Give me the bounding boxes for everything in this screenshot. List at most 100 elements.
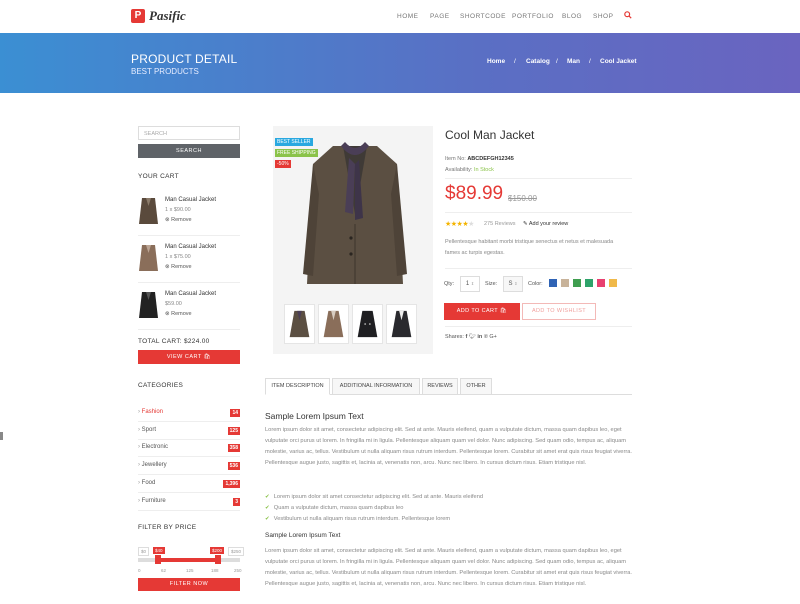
free-shipping-badge: FREE SHIPPING	[275, 149, 318, 157]
check-icon: ✔	[265, 494, 270, 500]
list-item: ✔ Quam a vulputate dictum, massa quam dap…	[265, 505, 404, 511]
logo-icon[interactable]: P	[131, 9, 145, 23]
category-label: Furniture	[141, 497, 166, 504]
breadcrumb-separator: /	[589, 58, 591, 65]
breadcrumb-home[interactable]: Home	[487, 58, 505, 65]
search-icon[interactable]	[624, 11, 632, 19]
breadcrumb-catalog[interactable]: Catalog	[526, 58, 550, 65]
google-plus-icon[interactable]: G+	[489, 334, 497, 340]
cart-item-remove[interactable]: ⊗ Remove	[165, 264, 192, 270]
divider	[138, 421, 240, 422]
view-cart-button[interactable]: VIEW CART 🛍	[138, 350, 240, 364]
add-to-wishlist-button[interactable]: ADD TO WISHLIST	[522, 303, 596, 320]
nav-page[interactable]: PAGE	[430, 13, 450, 20]
divider	[138, 438, 240, 440]
category-label: Food	[141, 479, 156, 486]
color-swatch[interactable]	[573, 279, 581, 287]
sidebar-search-input[interactable]: SEARCH	[138, 126, 240, 140]
category-count-badge: 536	[227, 462, 240, 471]
scroll-handle[interactable]	[0, 432, 3, 440]
category-item[interactable]: › Jewellery	[138, 462, 167, 468]
content-subheading: Sample Lorem Ipsum Text	[265, 532, 341, 539]
color-swatch[interactable]	[585, 279, 593, 287]
add-review-link[interactable]: ✎ Add your review	[523, 221, 568, 227]
product-main-image[interactable]	[293, 134, 417, 294]
pinterest-icon[interactable]: ℗	[484, 334, 488, 340]
tab-reviews[interactable]: REVIEWS	[422, 378, 458, 395]
cart-item-price: 1 x $90.00	[165, 207, 191, 213]
product-thumbnail[interactable]	[352, 304, 383, 344]
cart-item-image[interactable]	[138, 288, 159, 320]
share-row: Shares: f 🐦︎ in ℗ G+	[445, 334, 497, 340]
twitter-icon[interactable]: 🐦︎	[469, 334, 476, 340]
check-icon: ✔	[265, 516, 270, 522]
item-number: Item No: ABCDEFGH12345	[445, 156, 514, 162]
nav-portfolio[interactable]: PORTFOLIO	[512, 13, 554, 20]
category-count-badge: 3	[233, 497, 240, 506]
categories-heading: CATEGORIES	[138, 382, 184, 389]
product-price: $89.99	[445, 183, 504, 204]
category-item[interactable]: › Food	[138, 480, 155, 486]
breadcrumb-man[interactable]: Man	[567, 58, 580, 65]
linkedin-icon[interactable]: in	[477, 334, 482, 340]
cart-item-image[interactable]	[138, 241, 159, 273]
tab-other[interactable]: OTHER	[460, 378, 492, 395]
product-thumbnail[interactable]	[386, 304, 417, 344]
divider	[138, 282, 240, 283]
cart-item-name[interactable]: Man Casual Jacket	[165, 291, 216, 297]
price-tick: 125	[186, 568, 194, 573]
qty-label: Qty:	[444, 281, 455, 287]
divider	[445, 326, 632, 327]
product-thumbnail[interactable]	[284, 304, 315, 344]
list-item: ✔ Lorem ipsum dolor sit amet consectetur …	[265, 494, 484, 500]
divider	[138, 329, 240, 330]
category-count-badge: 125	[227, 426, 240, 435]
facebook-icon[interactable]: f	[466, 334, 468, 340]
category-item[interactable]: › Fashion	[138, 409, 163, 415]
cart-item-remove[interactable]: ⊗ Remove	[165, 311, 192, 317]
category-item[interactable]: › Furniture	[138, 498, 166, 504]
divider	[138, 235, 240, 236]
price-slider-range	[158, 558, 218, 562]
cart-item-image[interactable]	[138, 194, 159, 226]
category-item[interactable]: › Electronic	[138, 444, 168, 450]
color-swatch[interactable]	[609, 279, 617, 287]
content-heading: Sample Lorem Ipsum Text	[265, 411, 364, 421]
add-to-cart-button[interactable]: ADD TO CART 🛍	[444, 303, 520, 320]
category-label: Jewellery	[141, 462, 167, 469]
price-slider-handle-min[interactable]	[155, 555, 161, 564]
logo-text[interactable]: Pasific	[149, 8, 186, 24]
review-count[interactable]: 275 Reviews	[484, 221, 516, 227]
nav-home[interactable]: HOME	[397, 13, 419, 20]
top-header: P Pasific HOME PAGE SHORTCODE PORTFOLIO …	[0, 0, 800, 33]
category-label: Electronic	[141, 444, 169, 451]
quantity-stepper[interactable]: 1 ⇕	[460, 276, 480, 292]
cart-item-name[interactable]: Man Casual Jacket	[165, 197, 216, 203]
nav-shortcode[interactable]: SHORTCODE	[460, 13, 506, 20]
price-tick: 250	[234, 568, 242, 573]
breadcrumb-current: Cool Jacket	[600, 58, 637, 65]
divider	[445, 178, 632, 179]
sidebar-search-button[interactable]: SEARCH	[138, 144, 240, 158]
color-swatch[interactable]	[549, 279, 557, 287]
category-label: Sport	[141, 426, 157, 433]
nav-shop[interactable]: SHOP	[593, 13, 613, 20]
cart-item-price: $59.00	[165, 301, 182, 307]
nav-blog[interactable]: BLOG	[562, 13, 582, 20]
price-slider-handle-max[interactable]	[215, 555, 221, 564]
divider	[445, 212, 632, 213]
cart-item-remove[interactable]: ⊗ Remove	[165, 217, 192, 223]
price-tick: 0	[138, 568, 141, 573]
product-thumbnail[interactable]	[318, 304, 349, 344]
size-select[interactable]: S ⇕	[503, 276, 523, 292]
price-tick: 62	[161, 568, 167, 573]
tab-additional-information[interactable]: ADDITIONAL INFORMATION	[332, 378, 420, 395]
filter-now-button[interactable]: FILTER NOW	[138, 578, 240, 591]
category-count-badge: 14	[230, 409, 240, 417]
category-item[interactable]: › Sport	[138, 427, 156, 433]
cart-item-name[interactable]: Man Casual Jacket	[165, 244, 216, 250]
color-swatch[interactable]	[597, 279, 605, 287]
color-swatch[interactable]	[561, 279, 569, 287]
category-label: Fashion	[141, 409, 164, 415]
tab-item-description[interactable]: ITEM DESCRIPTION	[265, 378, 330, 395]
